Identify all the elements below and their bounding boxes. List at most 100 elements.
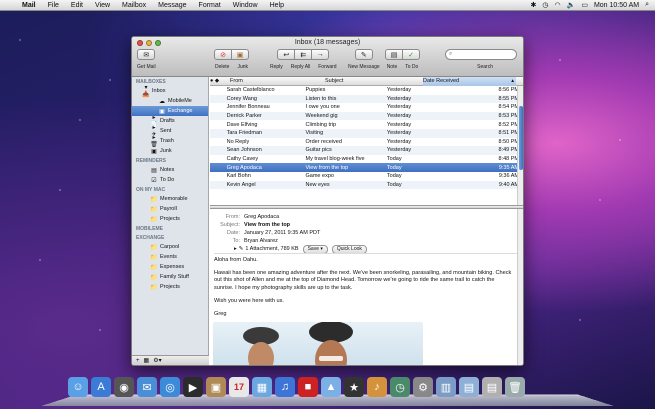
garageband-icon[interactable]: ♪ bbox=[367, 377, 387, 397]
attached-photo[interactable] bbox=[213, 322, 423, 365]
safari-icon[interactable]: ◎ bbox=[160, 377, 180, 397]
facetime-icon[interactable]: ▶ bbox=[183, 377, 203, 397]
sidebar-item-trash[interactable]: ▸🗑 Trash bbox=[132, 135, 208, 148]
disclosure-triangle-icon[interactable]: ▸ bbox=[234, 246, 237, 252]
spotlight-icon[interactable]: ⌕ bbox=[645, 1, 649, 9]
date-column-header[interactable]: Date Received ▴ bbox=[423, 77, 516, 86]
table-row[interactable]: Kevin Angel New eyes Today 9:40 AM bbox=[210, 180, 523, 190]
wifi-icon[interactable]: ◠ bbox=[554, 1, 560, 9]
table-row[interactable]: Corey Wang Listen to this Yesterday 8:55 PM bbox=[210, 94, 523, 104]
table-row[interactable]: Cathy Cavey My travel blog-week five Today… bbox=[210, 155, 523, 164]
reminders-heading: REMINDERS bbox=[136, 158, 167, 164]
new-message-label: New Message bbox=[348, 64, 380, 70]
table-row[interactable]: Dave Elfving Climbing trip Yesterday 8:52 P… bbox=[210, 120, 523, 129]
photo-booth-icon[interactable]: ■ bbox=[298, 377, 318, 397]
junk-button[interactable]: ▣ bbox=[231, 49, 249, 60]
sidebar-item-drafts[interactable]: ▸📄 Drafts bbox=[132, 115, 208, 128]
bluetooth-icon[interactable]: ✱ bbox=[531, 1, 537, 9]
menu-edit[interactable]: Edit bbox=[65, 0, 89, 11]
time-machine-status-icon[interactable]: ◷ bbox=[542, 1, 548, 9]
subject-column-header[interactable]: Subject bbox=[325, 78, 423, 84]
sidebar-item-exchange-inbox[interactable]: ▣ Exchange bbox=[132, 106, 208, 116]
table-row[interactable]: Karl Bohn Game expo Today 9:36 AM bbox=[210, 172, 523, 181]
menu-message[interactable]: Message bbox=[152, 0, 192, 11]
dashboard-icon[interactable]: ◉ bbox=[114, 377, 134, 397]
table-row[interactable]: Sean Johnson Guitar pics Yesterday 8:49 PM bbox=[210, 146, 523, 155]
reply-all-button[interactable]: ⇇ bbox=[294, 49, 313, 60]
sidebar-item-projects[interactable]: 📁 Projects bbox=[132, 214, 208, 224]
menu-help[interactable]: Help bbox=[264, 0, 290, 11]
app-store-icon[interactable]: A bbox=[91, 377, 111, 397]
sidebar-item-todo[interactable]: ☑ To Do bbox=[132, 175, 208, 185]
preview-scrollbar[interactable] bbox=[517, 209, 523, 365]
from-column-header[interactable]: From bbox=[230, 78, 325, 84]
row-time: 8:53 PM bbox=[498, 113, 519, 120]
sidebar-item-sent[interactable]: ▸✈ Sent bbox=[132, 125, 208, 138]
menu-mail[interactable]: Mail bbox=[16, 0, 42, 11]
sidebar-item-family-stuff[interactable]: 📁 Family Stuff bbox=[132, 272, 208, 282]
finder-icon[interactable]: ☺ bbox=[68, 377, 88, 397]
sidebar-item-notes[interactable]: ▤ Notes bbox=[132, 165, 208, 175]
activity-icon[interactable]: ▦ bbox=[144, 357, 150, 364]
contacts-icon[interactable]: ▣ bbox=[206, 377, 226, 397]
get-mail-button[interactable]: ✉ Get Mail bbox=[137, 49, 156, 70]
sidebar-item-memorable[interactable]: 📁 Memorable bbox=[132, 194, 208, 204]
add-mailbox-icon[interactable]: + bbox=[136, 358, 140, 364]
body-paragraph: Hawaii has been one amazing adventure af… bbox=[214, 270, 512, 291]
preview-icon[interactable]: ▦ bbox=[252, 377, 272, 397]
date-label: Date: bbox=[226, 230, 240, 236]
table-row[interactable]: Derrick Parker Weekend gig Yesterday 8:53 P… bbox=[210, 111, 523, 121]
menu-format[interactable]: Format bbox=[193, 0, 227, 11]
todo-label: To Do bbox=[405, 64, 419, 70]
applications-folder-icon[interactable]: ▥ bbox=[436, 377, 456, 397]
volume-icon[interactable]: 🔈 bbox=[567, 1, 576, 9]
scrollbar-thumb[interactable] bbox=[519, 106, 523, 170]
sidebar-item-junk[interactable]: ▣ Junk bbox=[132, 146, 208, 156]
trash-icon[interactable]: 🗑 bbox=[505, 377, 525, 397]
table-row[interactable]: Jennifer Bonneau I owe you one Yesterday 8:… bbox=[210, 103, 523, 112]
todo-button[interactable]: ✓ bbox=[402, 49, 420, 60]
row-from: Sarah Castelblanco bbox=[226, 87, 275, 94]
menu-window[interactable]: Window bbox=[227, 0, 264, 11]
menu-view[interactable]: View bbox=[89, 0, 116, 11]
calendar-icon[interactable]: 17 bbox=[229, 377, 249, 397]
battery-icon[interactable]: ▭ bbox=[581, 1, 588, 9]
menu-file[interactable]: File bbox=[42, 0, 65, 11]
sidebar-item-carpool[interactable]: 📁 Carpool bbox=[132, 242, 208, 252]
sidebar-item-label: Sent bbox=[160, 128, 172, 134]
sidebar-item-projects-exchange[interactable]: 📁 Projects bbox=[132, 282, 208, 292]
menu-mailbox[interactable]: Mailbox bbox=[116, 0, 152, 11]
sidebar-item-inbox[interactable]: ▾📥 Inbox bbox=[132, 85, 208, 98]
note-button[interactable]: ▤ bbox=[385, 49, 403, 60]
table-row[interactable]: No Reply Order received Yesterday 8:50 PM bbox=[210, 138, 523, 147]
time-machine-icon[interactable]: ◷ bbox=[390, 377, 410, 397]
itunes-icon[interactable]: ♫ bbox=[275, 377, 295, 397]
action-gear-icon[interactable]: ⚙▾ bbox=[153, 357, 161, 364]
recipient-name[interactable]: Bryan Alvarez bbox=[244, 238, 278, 244]
mail-icon[interactable]: ✉ bbox=[137, 377, 157, 397]
downloads-icon[interactable]: ▤ bbox=[482, 377, 502, 397]
row-from: Derrick Parker bbox=[226, 113, 262, 120]
exchange-heading: EXCHANGE bbox=[136, 235, 165, 241]
imovie-icon[interactable]: ★ bbox=[344, 377, 364, 397]
sidebar-item-payroll[interactable]: 📁 Payroll bbox=[132, 204, 208, 214]
search-icon: ⌕ bbox=[449, 51, 453, 57]
iphoto-icon[interactable]: ▲ bbox=[321, 377, 341, 397]
new-message-button[interactable]: ✎ New Message bbox=[348, 49, 380, 70]
table-row[interactable]: Tara Friedman Visiting Yesterday 8:51 PM bbox=[210, 128, 523, 138]
sidebar-item-events[interactable]: 📁 Events bbox=[132, 252, 208, 262]
reply-button[interactable]: ↩ bbox=[277, 49, 296, 60]
forward-button[interactable]: → bbox=[311, 49, 330, 60]
search-input[interactable]: ⌕ bbox=[445, 49, 517, 60]
sidebar-item-expenses[interactable]: 📁 Expenses bbox=[132, 262, 208, 272]
row-from: Cathy Cavey bbox=[226, 156, 259, 163]
system-preferences-icon[interactable]: ⚙ bbox=[413, 377, 433, 397]
sender-name[interactable]: Greg Apodaca bbox=[244, 214, 279, 220]
table-row[interactable]: Greg Apodaca View from the top Today 9:35 A… bbox=[210, 163, 523, 172]
table-row[interactable]: Sarah Castelblanco Puppies Yesterday 8:56 P… bbox=[210, 86, 523, 95]
delete-button[interactable]: ⊘ bbox=[214, 49, 232, 60]
documents-folder-icon[interactable]: ▤ bbox=[459, 377, 479, 397]
menubar-clock[interactable]: Mon 10:50 AM bbox=[594, 2, 639, 9]
list-scrollbar[interactable] bbox=[517, 86, 523, 205]
flag-column-header[interactable]: ● ◆ bbox=[210, 78, 230, 84]
